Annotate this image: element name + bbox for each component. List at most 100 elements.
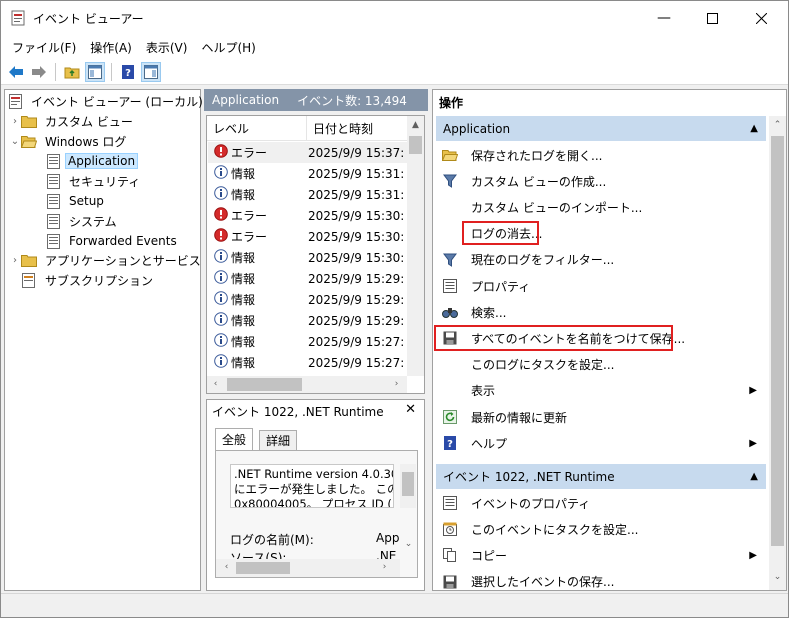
forward-button[interactable] xyxy=(29,62,49,82)
event-row[interactable]: 情報 2025/9/9 15:29: xyxy=(208,310,407,331)
tree-subscriptions[interactable]: サブスクリプション xyxy=(21,270,157,290)
toolbar-separator xyxy=(111,62,112,81)
event-level: エラー xyxy=(208,207,308,224)
event-row[interactable]: 情報 2025/9/9 15:31: xyxy=(208,163,407,184)
tree-log-forwarded[interactable]: Forwarded Events xyxy=(45,231,181,251)
action-item[interactable]: コピー ▶ xyxy=(437,542,763,568)
tree-log-system[interactable]: システム xyxy=(45,211,121,231)
close-button[interactable] xyxy=(738,1,784,35)
actions-section-event[interactable]: イベント 1022, .NET Runtime ▲ xyxy=(436,464,766,489)
log-name: Application xyxy=(212,93,280,107)
tree-log-setup[interactable]: Setup xyxy=(45,191,108,211)
title-bar: イベント ビューアー — xyxy=(1,1,788,35)
scroll-down-icon[interactable]: ⌄ xyxy=(769,572,786,582)
event-viewer-icon xyxy=(7,93,23,109)
info-icon xyxy=(214,291,228,308)
event-list-hscrollbar[interactable]: ‹ › xyxy=(207,376,407,393)
action-item[interactable]: 最新の情報に更新 xyxy=(437,404,763,430)
action-item[interactable]: ? ヘルプ ▶ xyxy=(437,430,763,456)
forward-arrow-icon xyxy=(32,65,46,78)
actions-section-application[interactable]: Application ▲ xyxy=(436,116,766,141)
action-item[interactable]: 表示 ▶ xyxy=(437,378,763,404)
actions-vscrollbar[interactable]: ⌃ ⌄ xyxy=(769,116,786,590)
detail-hscrollbar[interactable]: ‹ › xyxy=(216,559,400,577)
menu-action[interactable]: 操作(A) xyxy=(83,39,139,56)
scroll-thumb[interactable] xyxy=(236,562,290,574)
event-row[interactable]: エラー 2025/9/9 15:30: xyxy=(208,226,407,247)
scroll-down-icon[interactable]: ⌄ xyxy=(400,539,417,549)
scroll-thumb[interactable] xyxy=(771,136,784,546)
tree-custom-views[interactable]: › カスタム ビュー xyxy=(9,111,137,131)
scroll-up-icon[interactable]: ⌃ xyxy=(769,120,786,130)
detail-close-icon[interactable]: ✕ xyxy=(405,402,416,417)
scroll-thumb[interactable] xyxy=(409,136,422,154)
event-message[interactable]: .NET Runtime version 4.0.303 にエラーが発生しました… xyxy=(230,464,394,508)
event-row[interactable]: 情報 2025/9/9 15:27: xyxy=(208,352,407,373)
folder-icon xyxy=(21,113,37,129)
action-item[interactable]: 選択したイベントの保存... xyxy=(437,569,763,595)
show-tree-button[interactable] xyxy=(85,61,105,82)
tab-details[interactable]: 詳細 xyxy=(259,430,298,450)
minimize-button[interactable]: — xyxy=(641,1,687,35)
toolbar: ? xyxy=(1,59,788,85)
event-row[interactable]: エラー 2025/9/9 15:30: xyxy=(208,205,407,226)
action-item[interactable]: このログにタスクを設定... xyxy=(437,352,763,378)
tree-log-application[interactable]: Application xyxy=(45,151,139,171)
event-row[interactable]: 情報 2025/9/9 15:31: xyxy=(208,184,407,205)
expand-icon[interactable]: › xyxy=(9,116,21,127)
collapse-up-icon[interactable]: ▲ xyxy=(750,123,758,134)
collapse-up-icon[interactable]: ▲ xyxy=(750,471,758,482)
help-button[interactable]: ? xyxy=(118,62,138,82)
tree-app-service-logs[interactable]: › アプリケーションとサービス ログ xyxy=(9,250,233,270)
scroll-thumb[interactable] xyxy=(227,378,302,391)
tree-log-security[interactable]: セキュリティ xyxy=(45,171,144,191)
event-row[interactable]: 情報 2025/9/9 15:30: xyxy=(208,247,407,268)
action-item[interactable]: カスタム ビューの作成... xyxy=(437,168,763,194)
help-icon: ? xyxy=(439,436,461,451)
expand-icon[interactable]: › xyxy=(9,255,21,266)
menu-help[interactable]: ヘルプ(H) xyxy=(194,39,262,56)
maximize-button[interactable] xyxy=(689,1,735,35)
event-list: レベル 日付と時刻 エラー 2025/9/9 15:37: 情報 2025/9/9 1… xyxy=(206,115,425,394)
collapse-icon[interactable]: ⌄ xyxy=(9,136,21,147)
up-folder-button[interactable] xyxy=(62,62,82,82)
message-vscrollbar[interactable] xyxy=(400,464,416,508)
scroll-up-icon[interactable]: ▲ xyxy=(407,120,424,130)
event-level: 情報 xyxy=(208,186,308,203)
scroll-right-icon[interactable]: › xyxy=(388,379,405,389)
back-button[interactable] xyxy=(6,62,26,82)
menu-bar: ファイル(F) 操作(A) 表示(V) ヘルプ(H) xyxy=(1,35,788,59)
event-row[interactable]: 情報 2025/9/9 15:29: xyxy=(208,268,407,289)
tree-root[interactable]: イベント ビューアー (ローカル) xyxy=(7,91,207,111)
action-item[interactable]: 保存されたログを開く... xyxy=(437,142,763,168)
show-action-pane-button[interactable] xyxy=(141,61,161,82)
event-datetime: 2025/9/9 15:31: xyxy=(308,166,404,181)
event-row[interactable]: 情報 2025/9/9 15:29: xyxy=(208,289,407,310)
event-row[interactable]: 情報 2025/9/9 15:27: xyxy=(208,331,407,352)
action-item[interactable]: カスタム ビューのインポート... xyxy=(437,194,763,220)
column-level[interactable]: レベル xyxy=(207,116,307,141)
tab-general[interactable]: 全般 xyxy=(215,428,254,450)
tree-windows-logs-label: Windows ログ xyxy=(45,134,127,149)
scroll-thumb[interactable] xyxy=(402,472,414,496)
properties-icon xyxy=(439,279,461,293)
event-list-vscrollbar[interactable]: ▲ xyxy=(407,116,424,376)
action-item[interactable]: 現在のログをフィルター... xyxy=(437,247,763,273)
action-item[interactable]: 検索... xyxy=(437,299,763,325)
scroll-right-icon[interactable]: › xyxy=(376,562,393,572)
scroll-left-icon[interactable]: ‹ xyxy=(218,562,235,572)
action-item[interactable]: このイベントにタスクを設定... xyxy=(437,516,763,542)
filter-icon xyxy=(439,253,461,267)
action-item[interactable]: イベントのプロパティ xyxy=(437,490,763,516)
info-icon xyxy=(214,270,228,287)
menu-file[interactable]: ファイル(F) xyxy=(5,39,83,56)
event-level-text: 情報 xyxy=(231,272,256,286)
help-icon: ? xyxy=(122,64,134,79)
tree-windows-logs[interactable]: ⌄ Windows ログ xyxy=(9,131,130,151)
action-item[interactable]: プロパティ xyxy=(437,273,763,299)
submenu-arrow-icon: ▶ xyxy=(749,385,757,397)
menu-view[interactable]: 表示(V) xyxy=(139,39,195,56)
scroll-left-icon[interactable]: ‹ xyxy=(207,379,224,389)
event-row[interactable]: エラー 2025/9/9 15:37: xyxy=(208,142,407,163)
column-datetime[interactable]: 日付と時刻 xyxy=(307,116,407,141)
